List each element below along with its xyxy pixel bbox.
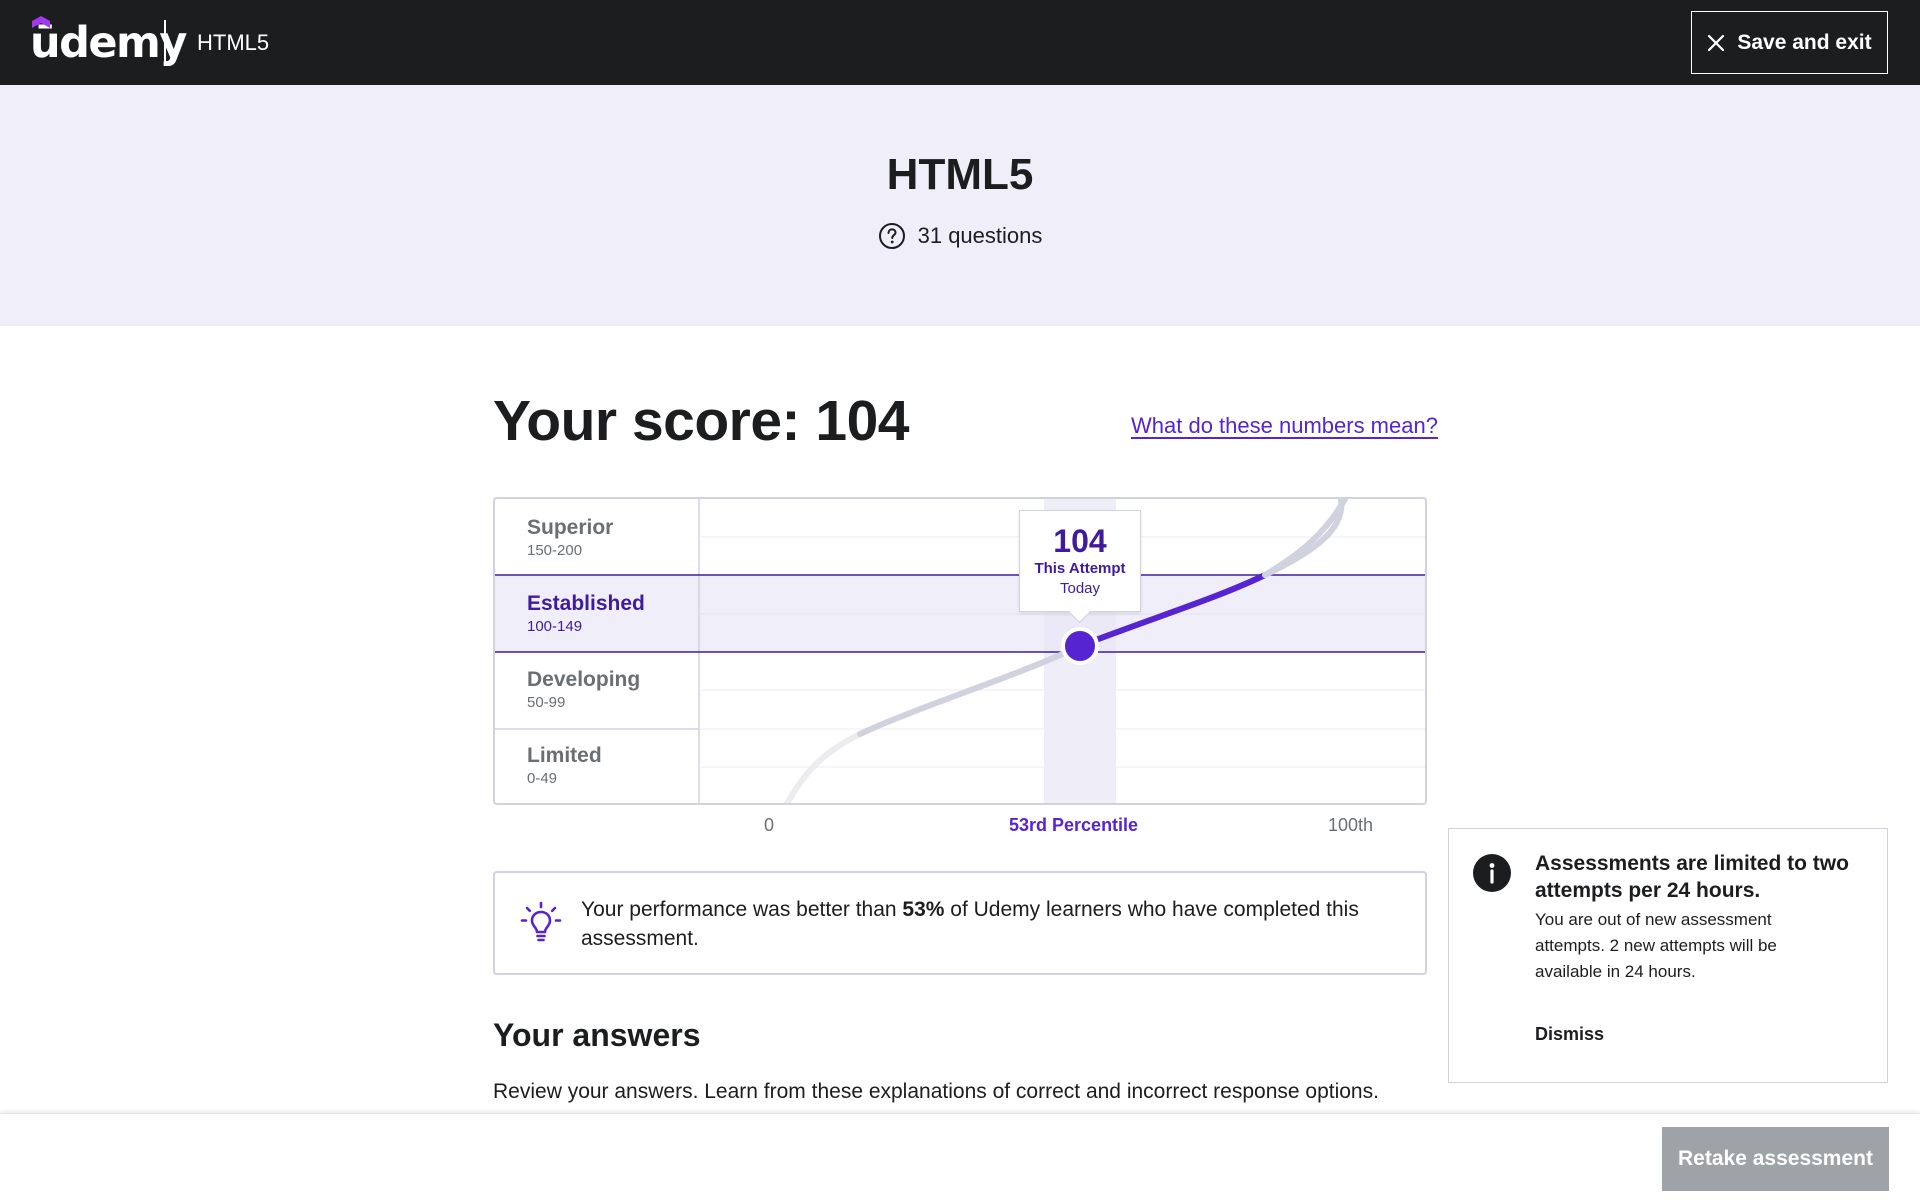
band-range: 50-99 xyxy=(527,694,566,711)
topbar-divider xyxy=(164,20,166,64)
notice-body: You are out of new assessment attempts. … xyxy=(1535,910,1777,981)
udemy-logo-mark-icon xyxy=(32,16,50,28)
dismiss-button[interactable]: Dismiss xyxy=(1535,1022,1604,1046)
axis-label-end: 100th xyxy=(1328,815,1374,835)
band-limited: Limited 0-49 xyxy=(527,743,602,789)
tooltip-date: Today xyxy=(1059,580,1101,597)
info-icon xyxy=(1489,863,1495,884)
udemy-logo-text: ūdemy xyxy=(30,17,187,68)
your-answers-description: Review your answers. Learn from these ex… xyxy=(493,1080,1379,1103)
band-superior: Superior 150-200 xyxy=(527,515,613,561)
save-and-exit-label: Save and exit xyxy=(1737,30,1872,54)
tooltip-score: 104 xyxy=(1053,523,1107,559)
band-range: 100-149 xyxy=(527,618,583,635)
assessment-title: HTML5 xyxy=(886,150,1034,199)
notice-title: Assessments are limited to two attempts … xyxy=(1535,852,1849,902)
attempt-tooltip: 104 This Attempt Today xyxy=(1019,510,1141,612)
top-bar: ūdemy HTML5 Save and exit xyxy=(0,0,1920,85)
save-and-exit-button[interactable]: Save and exit xyxy=(1691,11,1888,74)
question-count-row: 31 questions xyxy=(0,222,1920,250)
lightbulb-icon xyxy=(520,901,562,942)
score-chart: Superior 150-200 Established 100-149 Dev… xyxy=(493,497,1427,805)
insight-text: Your performance was better than 53% of … xyxy=(581,895,1401,953)
band-name: Superior xyxy=(527,516,614,539)
assessment-header: HTML5 31 questions xyxy=(0,85,1920,326)
retake-assessment-button[interactable]: Retake assessment xyxy=(1662,1127,1889,1191)
score-title: Your score: 104 xyxy=(493,389,909,453)
band-developing: Developing 50-99 xyxy=(527,667,640,713)
bottom-action-bar: Retake assessment xyxy=(0,1113,1920,1200)
band-range: 0-49 xyxy=(527,770,558,787)
axis-label-percentile: 53rd Percentile xyxy=(1009,815,1139,835)
insight-prefix: Your performance was better than xyxy=(581,898,903,921)
band-name: Established xyxy=(527,592,645,615)
tooltip-label: This Attempt xyxy=(1034,560,1126,577)
axis-label-start: 0 xyxy=(764,815,775,835)
course-title: HTML5 xyxy=(197,30,270,55)
what-numbers-mean-link[interactable]: What do these numbers mean? xyxy=(1131,412,1438,440)
performance-insight: Your performance was better than 53% of … xyxy=(493,871,1427,975)
band-established: Established 100-149 xyxy=(527,591,645,637)
question-count: 31 questions xyxy=(917,223,1043,248)
your-answers-heading: Your answers xyxy=(493,1017,701,1053)
band-name: Developing xyxy=(527,668,641,691)
close-icon xyxy=(1708,34,1725,51)
band-name: Limited xyxy=(527,744,602,767)
band-range: 150-200 xyxy=(527,542,583,559)
udemy-logo[interactable]: ūdemy xyxy=(30,16,187,68)
attempt-marker[interactable] xyxy=(1061,627,1099,665)
distribution-curve-tail xyxy=(783,731,863,803)
info-icon-container xyxy=(1473,854,1511,892)
question-circle-icon xyxy=(878,223,905,249)
insight-percentage: 53% xyxy=(902,898,945,921)
attempts-limit-notice: Assessments are limited to two attempts … xyxy=(1448,828,1888,1083)
score-chart-graphic xyxy=(495,499,1425,803)
